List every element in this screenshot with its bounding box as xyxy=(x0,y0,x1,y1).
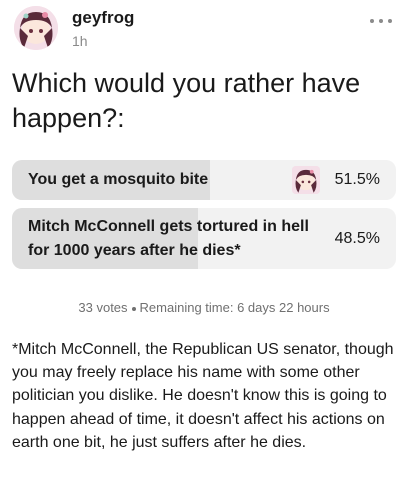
poll-option-2[interactable]: Mitch McConnell gets tortured in hell fo… xyxy=(12,208,396,269)
remaining-time: Remaining time: 6 days 22 hours xyxy=(139,300,330,315)
poll-option-1[interactable]: You get a mosquito bite 51.5% xyxy=(12,160,396,200)
poll-meta: 33 votes Remaining time: 6 days 22 hours xyxy=(0,300,408,315)
poll-option-percent: 48.5% xyxy=(334,230,380,247)
poll-option-percent: 51.5% xyxy=(334,171,380,188)
voter-avatar xyxy=(292,166,320,194)
poll-question: Which would you rather have happen?: xyxy=(12,68,361,133)
vote-count: 33 votes xyxy=(78,300,128,315)
separator-dot xyxy=(131,306,136,311)
timestamp: 1h xyxy=(72,33,88,49)
avatar[interactable] xyxy=(14,6,58,50)
ellipsis-icon[interactable] xyxy=(368,14,394,28)
poll-option-label: You get a mosquito bite xyxy=(28,171,209,188)
post-header: geyfrog 1h xyxy=(14,6,394,50)
poll-option-label: Mitch McConnell gets tortured in hell fo… xyxy=(28,218,309,259)
username[interactable]: geyfrog xyxy=(72,8,134,28)
post-body-text: *Mitch McConnell, the Republican US sena… xyxy=(12,341,394,451)
